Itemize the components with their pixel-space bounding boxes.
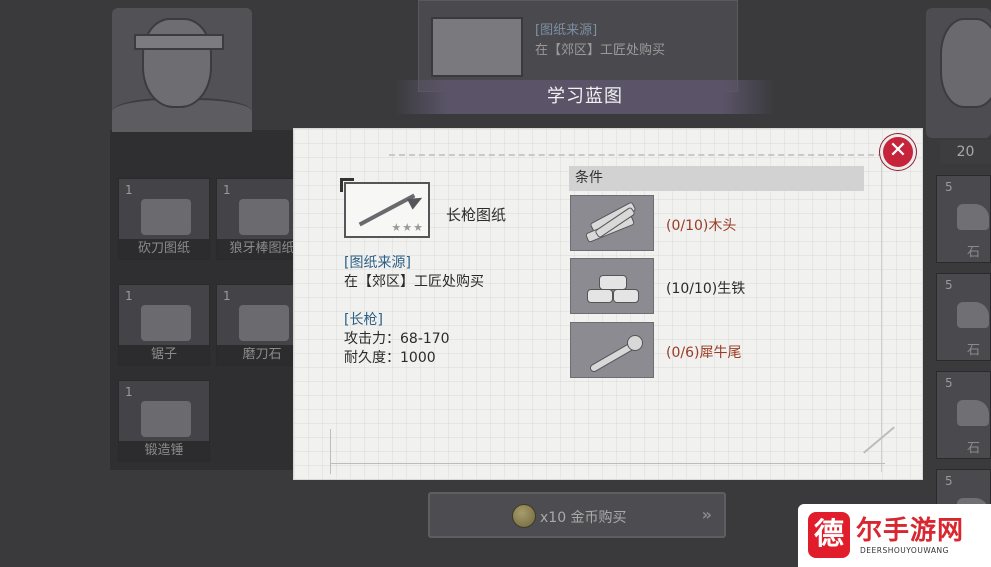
close-icon: ✕ (888, 138, 908, 163)
slot-machete-blueprint[interactable]: 1 砍刀图纸 (118, 178, 210, 260)
hammer-icon (141, 401, 191, 437)
material-requirement: (0/10)木头 (666, 218, 737, 234)
background-blueprint-card: [图纸来源] 在【郊区】工匠处购买 (418, 0, 738, 92)
right-slot[interactable]: 5 石 (936, 273, 991, 361)
modal-title: 学习蓝图 (547, 86, 623, 107)
divider (389, 154, 884, 156)
material-requirement: (10/10)生铁 (666, 281, 746, 297)
durability-stat: 耐久度：1000 (344, 350, 436, 366)
material-row: (0/10)木头 (570, 195, 870, 253)
gold-coin-icon (512, 504, 536, 528)
right-slot[interactable]: 5 石 (936, 371, 991, 459)
iron-ingots-icon (570, 258, 654, 314)
star-rating: ★★★ (391, 221, 424, 234)
whetstone-icon (239, 305, 289, 341)
learn-blueprint-dialog: ★★★ 长枪图纸 [图纸来源] 在【郊区】工匠处购买 [长枪] 攻击力：68-1… (293, 128, 923, 480)
stone-icon (957, 302, 989, 328)
source-text: 在【郊区】工匠处购买 (344, 274, 484, 290)
source-title: [图纸来源] (344, 255, 411, 271)
stone-icon (957, 204, 989, 230)
gold-count: 20 (940, 140, 991, 164)
buy-with-gold-button[interactable]: x10 金币购买 » (428, 492, 726, 538)
blueprint-name: 长枪图纸 (446, 206, 507, 224)
machete-icon (141, 199, 191, 235)
mace-icon (239, 199, 289, 235)
double-chevron-icon: » (701, 505, 712, 524)
watermark: 德 尔手游网 DEERSHOUYOUWANG (798, 504, 991, 567)
right-slot[interactable]: 5 石 (936, 175, 991, 263)
watermark-logo: 德 (808, 512, 850, 558)
divider (330, 463, 885, 464)
rhino-tail-icon (570, 322, 654, 378)
right-inventory: 5 石 5 石 5 石 5 石 (936, 165, 991, 525)
slot-forging-hammer[interactable]: 1 锻造锤 (118, 380, 210, 462)
divider (330, 429, 331, 474)
wood-logs-icon (570, 195, 654, 251)
spear-blueprint-icon: ★★★ (340, 178, 430, 238)
watermark-subtitle: DEERSHOUYOUWANG (860, 546, 949, 555)
player-portrait (926, 8, 991, 138)
item-title: [长枪] (344, 312, 383, 328)
material-requirement: (0/6)犀牛尾 (666, 345, 742, 361)
attack-stat: 攻击力：68-170 (344, 331, 450, 347)
blacksmith-portrait (112, 8, 252, 132)
watermark-title: 尔手游网 (856, 516, 965, 546)
conditions-header: 条件 (569, 166, 864, 191)
close-button[interactable]: ✕ (880, 134, 916, 170)
material-row: (0/6)犀牛尾 (570, 322, 870, 380)
divider (863, 426, 895, 454)
saw-icon (141, 305, 191, 341)
slot-saw[interactable]: 1 锯子 (118, 284, 210, 366)
material-row: (10/10)生铁 (570, 258, 870, 316)
divider (881, 154, 882, 472)
stone-icon (957, 400, 989, 426)
machete-blueprint-icon (431, 17, 523, 77)
modal-title-banner: 学习蓝图 (395, 80, 775, 114)
